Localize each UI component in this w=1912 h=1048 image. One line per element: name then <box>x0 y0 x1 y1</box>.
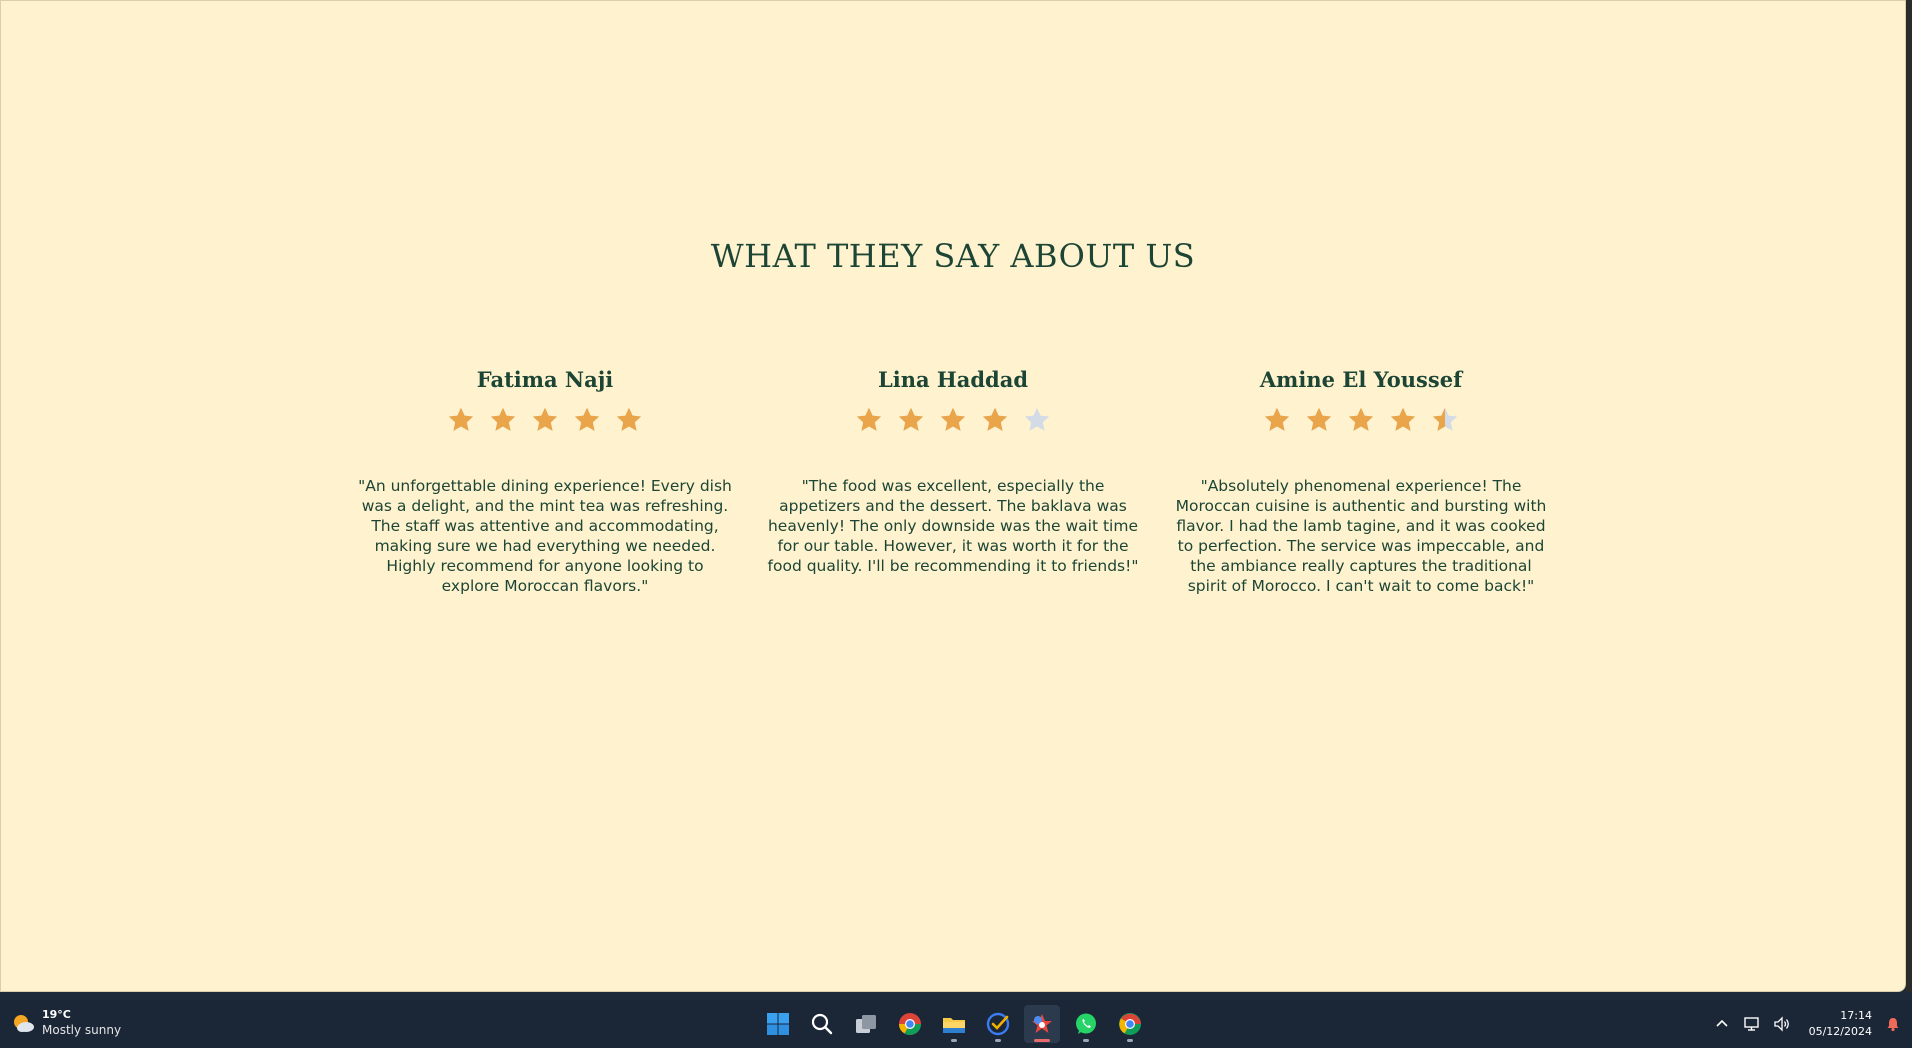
star-filled-icon <box>490 407 516 431</box>
window-edge <box>1906 0 1912 992</box>
start-button[interactable] <box>760 1005 796 1043</box>
file-explorer-button[interactable] <box>936 1005 972 1043</box>
clock[interactable]: 17:14 05/12/2024 <box>1809 1008 1872 1040</box>
star-filled-icon <box>448 407 474 431</box>
network-icon <box>1743 1017 1759 1031</box>
search-button[interactable] <box>804 1005 840 1043</box>
star-filled-icon <box>940 407 966 431</box>
testimonial-card: Lina Haddad "The food was excellent, esp… <box>766 365 1140 596</box>
reviewer-name: Amine El Youssef <box>1259 367 1463 392</box>
star-filled-icon <box>532 407 558 431</box>
chevron-up-icon <box>1716 1019 1728 1027</box>
paint-app-icon <box>1032 1014 1052 1033</box>
running-indicator <box>1127 1039 1133 1042</box>
whatsapp-icon <box>1076 1013 1096 1034</box>
clock-date: 05/12/2024 <box>1808 1025 1872 1038</box>
todo-button[interactable] <box>980 1005 1016 1043</box>
tray-overflow-button[interactable] <box>1713 1015 1731 1033</box>
review-text: "The food was excellent, especially the … <box>767 477 1139 575</box>
taskbar-apps <box>760 1005 1148 1043</box>
review-text: "Absolutely phenomenal experience! The M… <box>1175 477 1547 595</box>
weather-widget[interactable]: 19°C Mostly sunny <box>10 1008 121 1038</box>
section-title: WHAT THEY SAY ABOUT US <box>710 237 1196 275</box>
task-view-button[interactable] <box>848 1005 884 1043</box>
reviewer-name: Fatima Naji <box>476 367 614 392</box>
whatsapp-button[interactable] <box>1068 1005 1104 1043</box>
search-icon <box>811 1013 833 1035</box>
weather-temperature: 19°C <box>42 1008 71 1021</box>
chrome-alt-button[interactable] <box>1112 1005 1148 1043</box>
weather-description: Mostly sunny <box>42 1023 122 1037</box>
running-indicator <box>1083 1039 1089 1042</box>
star-filled-icon <box>574 407 600 431</box>
notification-bell-icon <box>1887 1018 1899 1032</box>
partly-sunny-icon <box>14 1015 34 1032</box>
task-view-icon <box>856 1015 876 1033</box>
clock-time: 17:14 <box>1840 1009 1872 1022</box>
chrome-icon <box>899 1013 921 1035</box>
star-filled-icon <box>1306 407 1332 431</box>
todo-check-icon <box>986 1012 1010 1036</box>
file-explorer-icon <box>943 1018 965 1033</box>
chrome-alt-icon <box>1119 1013 1141 1035</box>
browser-viewport: WHAT THEY SAY ABOUT US Fatima Naji "An u… <box>0 0 1906 992</box>
testimonial-card: Fatima Naji "An unforgettable dining exp… <box>358 365 732 596</box>
notifications-button[interactable] <box>1884 1015 1902 1033</box>
reviewer-name: Lina Haddad <box>877 367 1029 392</box>
star-filled-icon <box>1264 407 1290 431</box>
network-button[interactable] <box>1743 1015 1761 1033</box>
star-filled-icon <box>616 407 642 431</box>
star-rating <box>1263 404 1459 436</box>
testimonial-card: Amine El Youssef "Absolutely phenomenal … <box>1174 365 1548 596</box>
star-filled-icon <box>982 407 1008 431</box>
star-filled-icon <box>898 407 924 431</box>
running-indicator <box>951 1039 957 1042</box>
review-text: "An unforgettable dining experience! Eve… <box>358 477 732 595</box>
paint-app-button[interactable] <box>1024 1005 1060 1043</box>
active-indicator <box>1034 1039 1050 1042</box>
testimonials-row: Fatima Naji "An unforgettable dining exp… <box>1 365 1905 596</box>
star-rating <box>447 404 643 436</box>
star-rating <box>855 404 1051 436</box>
star-filled-icon <box>856 407 882 431</box>
windows-start-icon <box>767 1013 789 1035</box>
system-tray: 17:14 05/12/2024 <box>1713 1000 1902 1048</box>
star-filled-icon <box>1390 407 1416 431</box>
volume-button[interactable] <box>1773 1015 1791 1033</box>
star-empty-icon <box>1024 407 1050 431</box>
star-half-icon <box>1432 407 1458 431</box>
taskbar: 19°C Mostly sunny 17:14 05/12/2024 <box>0 1000 1912 1048</box>
star-filled-icon <box>1348 407 1374 431</box>
volume-icon <box>1773 1016 1789 1032</box>
chrome-button[interactable] <box>892 1005 928 1043</box>
running-indicator <box>995 1039 1001 1042</box>
